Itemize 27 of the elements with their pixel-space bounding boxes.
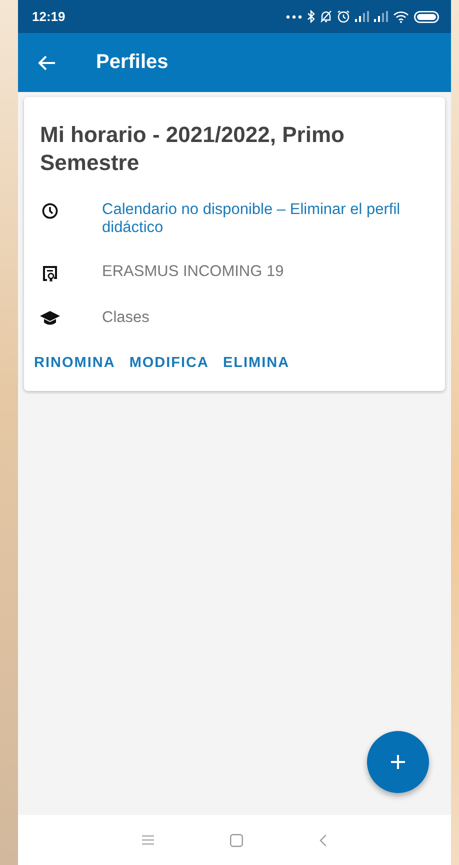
alarm-icon: [337, 10, 350, 23]
add-button[interactable]: [367, 731, 429, 793]
clock-icon: [40, 203, 60, 219]
profile-detail: ERASMUS INCOMING 19: [102, 263, 284, 281]
card-action-button[interactable]: ELIMINA: [223, 353, 290, 373]
profile-detail: Clases: [102, 309, 150, 327]
plus-icon: [390, 754, 406, 770]
signal-icon: [374, 11, 388, 22]
status-time: 12:19: [32, 9, 66, 24]
screen-title: Perfiles: [96, 51, 168, 74]
certificate-icon: [40, 265, 60, 283]
card-title: Mi horario - 2021/2022, Primo Semestre: [39, 121, 346, 177]
battery-icon: [414, 10, 439, 22]
home-square-icon[interactable]: [230, 834, 243, 846]
back-chevron-icon[interactable]: [319, 834, 327, 846]
card-action-button[interactable]: MODIFICA: [129, 353, 209, 373]
bell-off-icon: [320, 10, 332, 23]
graduation-cap-icon: [40, 311, 60, 326]
calendar-link[interactable]: Calendario no disponible – Eliminar el perfil didáctico: [102, 201, 441, 237]
menu-icon[interactable]: [142, 835, 154, 845]
back-button[interactable]: [38, 54, 56, 70]
card-action-button[interactable]: RINOMINA: [34, 353, 116, 373]
more-dots-icon: [286, 14, 302, 18]
back-arrow-icon: [38, 54, 56, 70]
bluetooth-icon: [307, 10, 315, 23]
wifi-icon: [393, 10, 409, 22]
signal-icon: [355, 11, 369, 22]
